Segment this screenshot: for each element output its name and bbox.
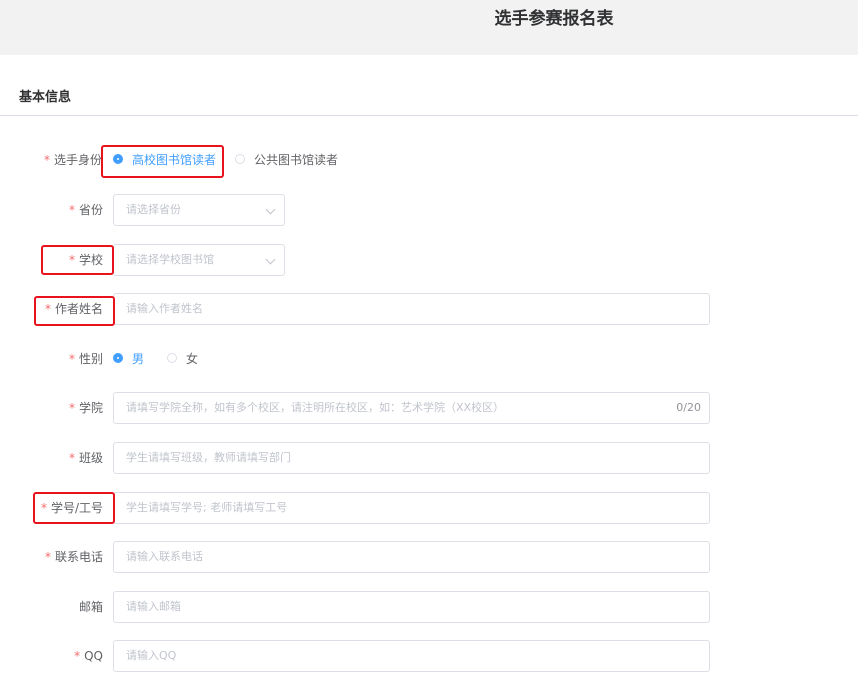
email-label: 邮箱 bbox=[78, 600, 103, 614]
province-select[interactable]: 请选择省份 bbox=[113, 194, 285, 226]
college-label: * 学院 bbox=[68, 401, 103, 415]
radio-unchecked-icon bbox=[167, 353, 177, 363]
class-label: * 班级 bbox=[68, 451, 103, 465]
page-title: 选手参赛报名表 bbox=[494, 9, 614, 29]
email-row: 邮箱 请输入邮箱 bbox=[0, 591, 858, 623]
radio-checked-icon bbox=[113, 353, 123, 363]
student-id-input[interactable]: 学生请填写学号; 老师请填写工号 bbox=[113, 492, 710, 524]
chevron-down-icon bbox=[265, 254, 276, 265]
province-row: * 省份 请选择省份 bbox=[0, 194, 858, 226]
chevron-down-icon bbox=[265, 204, 276, 215]
section-title: 基本信息 bbox=[19, 90, 72, 105]
school-label: * 学校 bbox=[68, 253, 103, 267]
char-counter: 0/20 bbox=[676, 401, 701, 414]
college-row: * 学院 请填写学院全称，如有多个校区，请注明所在校区，如：艺术学院（XX校区） … bbox=[0, 392, 858, 424]
author-name-input[interactable]: 请输入作者姓名 bbox=[113, 293, 710, 325]
required-mark: * bbox=[43, 153, 50, 167]
student-id-row: * 学号/工号 学生请填写学号; 老师请填写工号 bbox=[0, 492, 858, 524]
province-label: * 省份 bbox=[68, 203, 103, 217]
author-name-row: * 作者姓名 请输入作者姓名 bbox=[0, 293, 858, 325]
page-header: 选手参赛报名表 bbox=[0, 0, 858, 55]
section-divider bbox=[0, 115, 858, 116]
school-row: * 学校 请选择学校图书馆 bbox=[0, 244, 858, 276]
radio-checked-icon bbox=[113, 154, 123, 164]
gender-row: * 性别 男 女 bbox=[0, 343, 858, 375]
class-input[interactable]: 学生请填写班级，教师请填写部门 bbox=[113, 442, 710, 474]
identity-row: * 选手身份 高校图书馆读者 公共图书馆读者 bbox=[0, 144, 858, 176]
phone-row: * 联系电话 请输入联系电话 bbox=[0, 541, 858, 573]
radio-unchecked-icon bbox=[235, 154, 245, 164]
identity-label: * 选手身份 bbox=[43, 153, 102, 167]
qq-input[interactable]: 请输入QQ bbox=[113, 640, 710, 672]
student-id-label: * 学号/工号 bbox=[40, 501, 103, 515]
college-input[interactable]: 请填写学院全称，如有多个校区，请注明所在校区，如：艺术学院（XX校区） 0/20 bbox=[113, 392, 710, 424]
qq-label: * QQ bbox=[74, 649, 103, 663]
phone-label: * 联系电话 bbox=[44, 550, 103, 564]
school-select[interactable]: 请选择学校图书馆 bbox=[113, 244, 285, 276]
author-name-label: * 作者姓名 bbox=[44, 302, 103, 316]
email-input[interactable]: 请输入邮箱 bbox=[113, 591, 710, 623]
qq-row: * QQ 请输入QQ bbox=[0, 640, 858, 672]
class-row: * 班级 学生请填写班级，教师请填写部门 bbox=[0, 442, 858, 474]
phone-input[interactable]: 请输入联系电话 bbox=[113, 541, 710, 573]
gender-label: * 性别 bbox=[68, 352, 103, 366]
